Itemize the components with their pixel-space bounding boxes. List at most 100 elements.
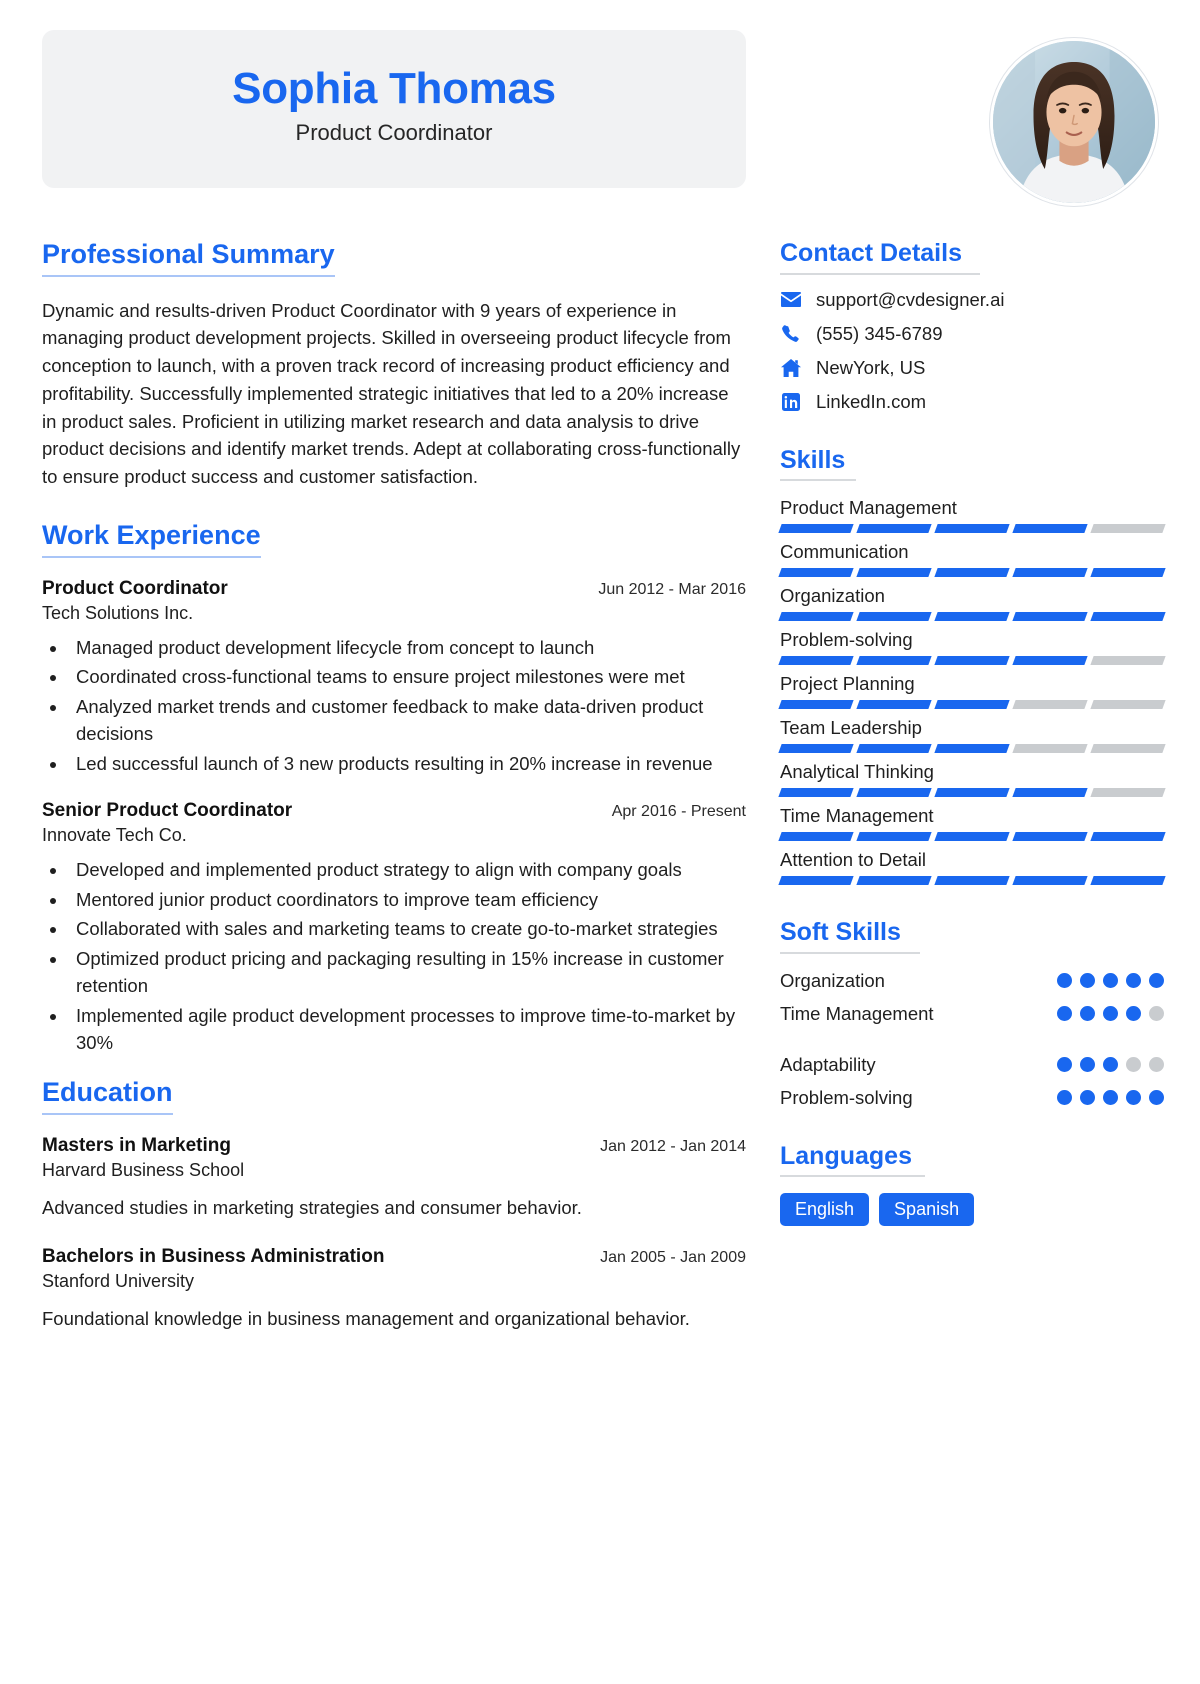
skill-bar-segment (934, 744, 1010, 753)
skill-bar-segment (856, 876, 932, 885)
skill-bar-segment (1012, 524, 1088, 533)
skill-bar-segment (1012, 744, 1088, 753)
skill-bar-segment (1012, 832, 1088, 841)
skill-name: Team Leadership (780, 717, 922, 738)
skill-item: Time Management (778, 805, 1166, 841)
skill-bar-segment (778, 744, 854, 753)
section-divider (780, 272, 980, 275)
avatar-wrapper (990, 38, 1158, 206)
skill-bar-segment (934, 524, 1010, 533)
skill-level-bar (778, 788, 1166, 797)
summary-text: Dynamic and results-driven Product Coord… (42, 299, 741, 488)
education-entry-head: Masters in Marketing Jan 2012 - Jan 2014 (42, 1135, 746, 1157)
education-school: Stanford University (42, 1270, 195, 1291)
education-date: Jan 2012 - Jan 2014 (600, 1138, 746, 1156)
work-entry-bullets: Managed product development lifecycle fr… (68, 635, 746, 778)
education-entry: Masters in Marketing Jan 2012 - Jan 2014… (42, 1135, 746, 1222)
skill-level-bar (778, 568, 1166, 577)
soft-skill-rating (1057, 1057, 1164, 1072)
list-item: Mentored junior product coordinators to … (68, 887, 746, 914)
soft-skill-row: Problem-solving (780, 1087, 1164, 1109)
soft-skill-name: Problem-solving (780, 1086, 913, 1108)
rating-dot (1103, 1057, 1118, 1072)
skill-bar-segment (856, 832, 932, 841)
section-divider (780, 1175, 925, 1177)
avatar (990, 38, 1158, 206)
soft-skill-row: Time Management (780, 1003, 1164, 1025)
list-item: Coordinated cross-functional teams to en… (68, 664, 746, 691)
rating-dot (1080, 1057, 1095, 1072)
skill-item: Communication (778, 541, 1166, 577)
soft-skill-rating (1057, 973, 1164, 988)
skill-name: Analytical Thinking (780, 761, 934, 782)
phone-icon (780, 324, 802, 343)
work-entry: Product Coordinator Jun 2012 - Mar 2016 … (42, 578, 746, 778)
contact-row-linkedin[interactable]: LinkedIn.com (780, 391, 1164, 413)
work-entry-role: Senior Product Coordinator (42, 799, 293, 821)
rating-dot (1103, 1090, 1118, 1105)
soft-skill-rating (1057, 1006, 1164, 1021)
education-school: Harvard Business School (42, 1160, 245, 1181)
section-skills: Skills Product Management Communication Or… (778, 445, 1166, 885)
soft-skill-name: Time Management (780, 1002, 934, 1024)
skill-bar-segment (1090, 656, 1166, 665)
skill-bar-segment (856, 612, 932, 621)
section-heading-summary: Professional Summary (42, 239, 335, 277)
list-item: Collaborated with sales and marketing te… (68, 916, 746, 943)
skill-level-bar (778, 656, 1166, 665)
contact-row-location[interactable]: NewYork, US (780, 357, 1164, 379)
skill-bar-segment (778, 524, 854, 533)
rating-dot (1080, 973, 1095, 988)
skill-bar-segment (1090, 832, 1166, 841)
rating-dot (1057, 1090, 1072, 1105)
skill-bar-segment (934, 612, 1010, 621)
section-heading-skills: Skills (780, 445, 846, 474)
skill-bar-segment (934, 832, 1010, 841)
skill-bar-segment (1012, 612, 1088, 621)
contact-value-phone: (555) 345-6789 (816, 322, 943, 344)
section-heading-wrap: Work Experience (42, 520, 746, 558)
section-heading-contact: Contact Details (780, 239, 962, 267)
profile-photo-illustration (993, 41, 1155, 203)
skill-name: Product Management (780, 497, 957, 518)
languages-list: English Spanish (780, 1193, 1164, 1226)
skill-bar-segment (934, 656, 1010, 665)
work-entry-bullets: Developed and implemented product strate… (68, 857, 746, 1057)
skill-item: Attention to Detail (778, 849, 1166, 885)
section-work-experience: Work Experience Product Coordinator Jun … (42, 520, 746, 1057)
skill-level-bar (778, 876, 1166, 885)
skill-bar-segment (1090, 788, 1166, 797)
soft-skill-name: Adaptability (780, 1053, 876, 1075)
education-date: Jan 2005 - Jan 2009 (600, 1248, 746, 1266)
skill-bar-segment (1012, 656, 1088, 665)
skill-bar-segment (1012, 700, 1088, 709)
section-heading-languages: Languages (780, 1141, 912, 1170)
contact-row-phone[interactable]: (555) 345-6789 (780, 323, 1164, 345)
skill-item: Analytical Thinking (778, 761, 1166, 797)
resume-body: Professional Summary Dynamic and results… (42, 239, 1166, 1357)
skill-level-bar (778, 700, 1166, 709)
work-entry-date: Jun 2012 - Mar 2016 (598, 580, 746, 598)
skill-bar-segment (1090, 700, 1166, 709)
resume-header: Sophia Thomas Product Coordinator (42, 30, 1158, 206)
rating-dot (1103, 1006, 1118, 1021)
contact-value-linkedin: LinkedIn.com (816, 390, 927, 412)
home-icon (780, 358, 802, 377)
section-heading-wrap: Professional Summary (42, 239, 746, 277)
skill-bar-segment (1012, 876, 1088, 885)
skill-bar-segment (1090, 876, 1166, 885)
list-item: Implemented agile product development pr… (68, 1003, 746, 1057)
skill-name: Time Management (780, 805, 934, 826)
contact-row-email[interactable]: support@cvdesigner.ai (780, 289, 1164, 311)
skill-bar-segment (856, 744, 932, 753)
skill-bar-segment (856, 700, 932, 709)
rating-dot (1126, 1057, 1141, 1072)
rating-dot (1103, 973, 1118, 988)
soft-skill-rating (1057, 1090, 1164, 1105)
soft-skill-row: Organization (780, 970, 1164, 992)
contact-value-location: NewYork, US (816, 356, 926, 378)
soft-skill-row: Adaptability (780, 1054, 1164, 1076)
section-heading-work-experience: Work Experience (42, 520, 261, 558)
rating-dot (1057, 973, 1072, 988)
rating-dot (1057, 1057, 1072, 1072)
